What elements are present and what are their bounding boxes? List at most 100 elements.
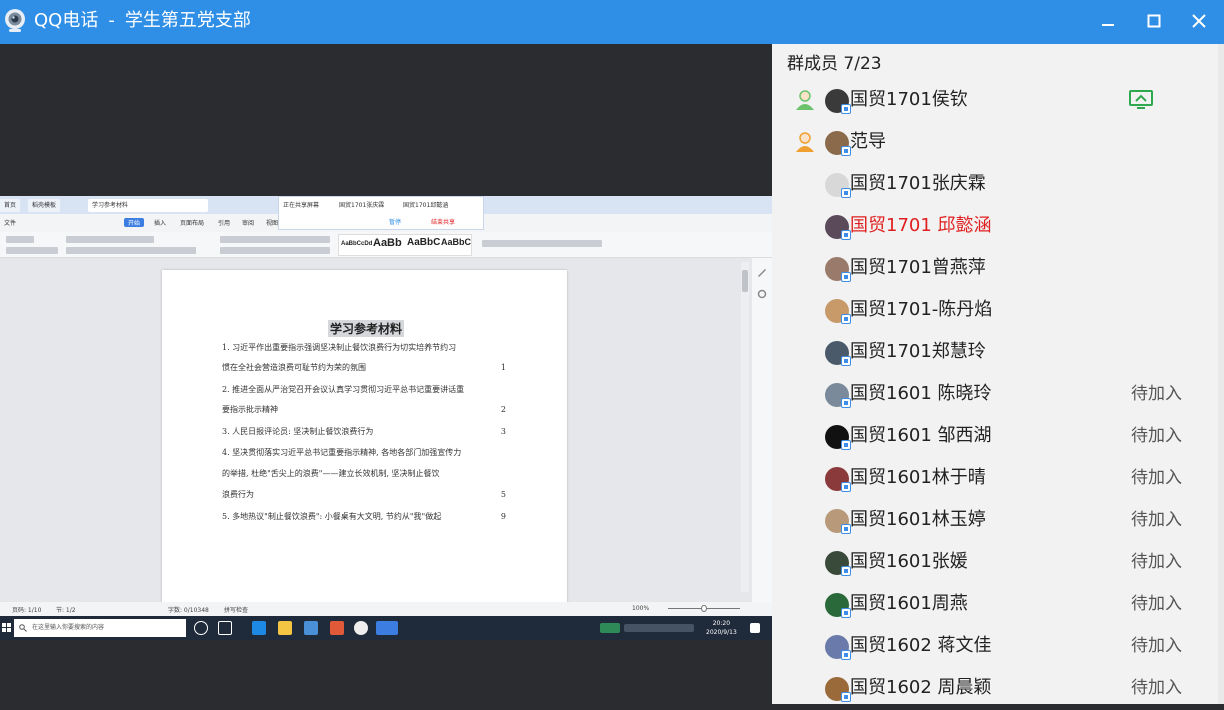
avatar[interactable] xyxy=(825,131,851,156)
status-spell-check[interactable]: 拼写检查 xyxy=(224,605,248,614)
menu-file[interactable]: 文件 xyxy=(4,218,16,227)
member-row[interactable]: 国贸1601 陈晓玲 待加入 xyxy=(772,374,1218,416)
task-view-icon[interactable] xyxy=(218,621,232,635)
scrollbar-thumb[interactable] xyxy=(742,270,748,292)
avatar[interactable] xyxy=(825,173,851,198)
settings-icon[interactable] xyxy=(756,288,768,300)
share-item-1[interactable]: 国贸1701张庆霖 xyxy=(339,200,384,209)
status-zoom[interactable]: 100% xyxy=(632,605,649,612)
edge-browser-icon[interactable] xyxy=(252,621,266,635)
member-row[interactable]: 国贸1701侯钦 xyxy=(772,80,1218,122)
title-bar: QQ电话 - 学生第五党支部 xyxy=(0,0,1224,44)
toc-line: 1. 习近平作出重要指示强调坚决制止餐饮浪费行为切实培养节约习 xyxy=(222,343,457,352)
style-heading-2[interactable]: AaBbC xyxy=(407,237,440,248)
avatar[interactable] xyxy=(825,341,851,366)
member-name: 国贸1601 邹西湖 xyxy=(850,425,992,446)
avatar[interactable] xyxy=(825,467,851,492)
cortana-icon[interactable] xyxy=(194,621,208,635)
taskbar-search-box[interactable]: 在这里输入你要搜索的内容 xyxy=(14,619,186,637)
pen-icon[interactable] xyxy=(756,266,768,278)
member-row[interactable]: 国贸1701曾燕萍 xyxy=(772,248,1218,290)
ribbon-toolbar: AaBbCcDd AaBb AaBbC AaBbC xyxy=(0,232,772,258)
taskbar-clock[interactable]: 20:20 2020/9/13 xyxy=(706,619,737,637)
close-icon xyxy=(1192,14,1206,28)
avatar[interactable] xyxy=(825,635,851,660)
member-name: 国贸1602 周晨颖 xyxy=(850,677,992,698)
member-row[interactable]: 国贸1701-陈丹焰 xyxy=(772,290,1218,332)
share-pause-button[interactable]: 暂停 xyxy=(389,217,401,226)
windows-start-icon[interactable] xyxy=(2,623,12,633)
member-row[interactable]: 国贸1601张媛 待加入 xyxy=(772,542,1218,584)
avatar[interactable] xyxy=(825,677,851,702)
ribbon-paragraph[interactable] xyxy=(220,236,330,243)
avatar[interactable] xyxy=(825,89,851,114)
avatar[interactable] xyxy=(825,215,851,240)
qq-taskbar-icon[interactable] xyxy=(354,621,368,635)
screen-share-icon[interactable] xyxy=(1129,90,1153,110)
tray-battery-icon[interactable] xyxy=(600,623,620,633)
ribbon-clipboard[interactable] xyxy=(6,236,34,243)
zoom-slider-handle[interactable] xyxy=(701,605,707,612)
menu-view[interactable]: 视图 xyxy=(266,218,278,227)
member-join-status: 待加入 xyxy=(1131,468,1182,488)
member-join-status: 待加入 xyxy=(1131,510,1182,530)
ribbon-alignment[interactable] xyxy=(220,247,330,254)
member-row[interactable]: 范导 xyxy=(772,122,1218,164)
avatar[interactable] xyxy=(825,257,851,282)
ribbon-find-tools[interactable] xyxy=(482,240,602,247)
avatar[interactable] xyxy=(825,425,851,450)
menu-home[interactable]: 开始 xyxy=(124,218,145,227)
system-tray-icons[interactable] xyxy=(624,624,694,632)
avatar[interactable] xyxy=(825,383,851,408)
member-row[interactable]: 国贸1601周燕 待加入 xyxy=(772,584,1218,626)
document-scrollbar[interactable] xyxy=(741,262,749,592)
style-heading-3[interactable]: AaBbC xyxy=(441,237,471,247)
menu-reference[interactable]: 引用 xyxy=(218,218,230,227)
avatar[interactable] xyxy=(825,593,851,618)
toc-line: 5. 多地热议"制止餐饮浪费": 小餐桌有大文明, 节约从"我"做起 9 xyxy=(222,511,506,523)
ribbon-font-format[interactable] xyxy=(66,247,196,254)
menu-layout[interactable]: 页面布局 xyxy=(180,218,204,227)
share-stop-button[interactable]: 结束共享 xyxy=(431,217,455,226)
member-row[interactable]: 国贸1701郑慧玲 xyxy=(772,332,1218,374)
wps-writer-icon[interactable] xyxy=(304,621,318,635)
app-name: QQ电话 xyxy=(34,10,99,31)
close-button[interactable] xyxy=(1185,8,1213,34)
file-explorer-icon[interactable] xyxy=(278,621,292,635)
windows-taskbar: 在这里输入你要搜索的内容 20:20 2020/9/13 xyxy=(0,616,772,640)
avatar[interactable] xyxy=(825,299,851,324)
doc-tab-template[interactable]: 稻壳模板 xyxy=(28,199,61,212)
share-item-2[interactable]: 国贸1701邱懿涵 xyxy=(403,200,448,209)
doc-tab-study-material[interactable]: 学习参考材料 xyxy=(88,199,208,212)
document-canvas: 学习参考材料 1. 习近平作出重要指示强调坚决制止餐饮浪费行为切实培养节约习 惯… xyxy=(0,258,772,610)
wps-active-window-icon[interactable] xyxy=(376,621,398,635)
notification-icon[interactable] xyxy=(750,623,760,633)
member-row[interactable]: 国贸1701 邱懿涵 xyxy=(772,206,1218,248)
document-page[interactable]: 学习参考材料 1. 习近平作出重要指示强调坚决制止餐饮浪费行为切实培养节约习 惯… xyxy=(162,270,567,610)
menu-insert[interactable]: 插入 xyxy=(154,218,166,227)
video-area: 首页 稻壳模板 学习参考材料 文件 开始 插入 页面布局 引用 审阅 视图 Aa… xyxy=(0,44,772,704)
member-row[interactable]: 国贸1601林玉婷 待加入 xyxy=(772,500,1218,542)
member-row[interactable]: 国贸1701张庆霖 xyxy=(772,164,1218,206)
maximize-icon xyxy=(1147,14,1161,28)
ribbon-font-select[interactable] xyxy=(66,236,154,243)
member-name: 国贸1701-陈丹焰 xyxy=(850,299,993,320)
maximize-button[interactable] xyxy=(1140,8,1168,34)
minimize-button[interactable] xyxy=(1094,8,1122,34)
style-normal[interactable]: AaBbCcDd xyxy=(341,241,372,247)
avatar[interactable] xyxy=(825,509,851,534)
member-row[interactable]: 国贸1601 邹西湖 待加入 xyxy=(772,416,1218,458)
minimize-icon xyxy=(1102,24,1114,26)
doc-tab-home[interactable]: 首页 xyxy=(0,199,21,212)
style-gallery[interactable]: AaBbCcDd AaBb AaBbC AaBbC xyxy=(338,234,472,256)
avatar[interactable] xyxy=(825,551,851,576)
member-row[interactable]: 国贸1601林于晴 待加入 xyxy=(772,458,1218,500)
member-row[interactable]: 国贸1602 蒋文佳 待加入 xyxy=(772,626,1218,668)
taskbar-app-icon[interactable] xyxy=(330,621,344,635)
share-label: 正在共享屏幕 xyxy=(283,202,320,209)
menu-review[interactable]: 审阅 xyxy=(242,218,254,227)
style-heading-1[interactable]: AaBb xyxy=(373,237,402,249)
shared-screen-view[interactable]: 首页 稻壳模板 学习参考材料 文件 开始 插入 页面布局 引用 审阅 视图 Aa… xyxy=(0,196,772,640)
member-name: 国贸1601 陈晓玲 xyxy=(850,383,992,404)
ribbon-format-painter[interactable] xyxy=(6,247,58,254)
